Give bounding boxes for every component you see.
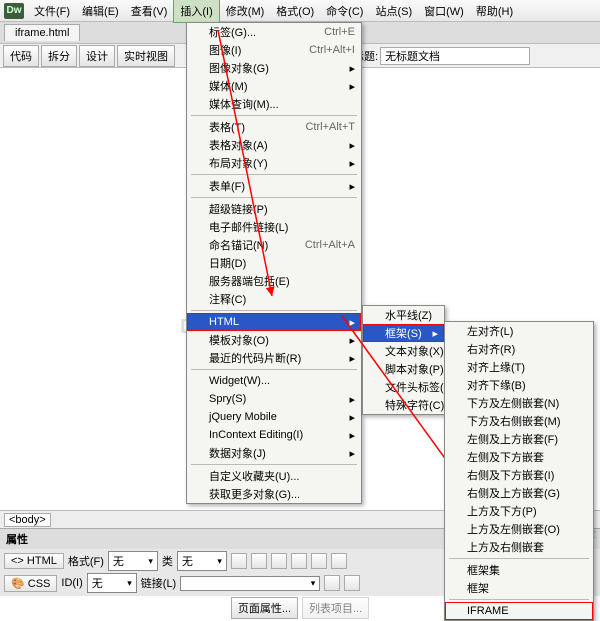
menu-modify[interactable]: 修改(M) [220,0,271,22]
title-input[interactable] [380,47,530,65]
insert-item-3[interactable]: 媒体(M)▸ [187,77,361,95]
frame-item-6[interactable]: 左侧及上方嵌套(F) [445,430,593,448]
insert-item-10[interactable]: 表单(F)▸ [187,177,361,195]
link-folder-icon[interactable] [344,575,360,591]
format-select[interactable]: 无▾ [108,551,158,571]
split-view-button[interactable]: 拆分 [41,45,77,67]
frame-item-2[interactable]: 对齐上缘(T) [445,358,593,376]
menu-help[interactable]: 帮助(H) [470,0,519,22]
insert-item-15[interactable]: 日期(D) [187,254,361,272]
html-item-3[interactable]: 脚本对象(P)▸ [363,360,444,378]
insert-item-26[interactable]: InContext Editing(I)▸ [187,426,361,444]
menu-view[interactable]: 查看(V) [125,0,174,22]
frame-item-12[interactable]: 上方及右侧嵌套 [445,538,593,556]
html-item-0[interactable]: 水平线(Z) [363,306,444,324]
frame-submenu: 左对齐(L)右对齐(R)对齐上缘(T)对齐下缘(B)下方及左侧嵌套(N)下方及右… [444,321,594,621]
class-label: 类 [162,553,173,569]
insert-item-16[interactable]: 服务器端包括(E) [187,272,361,290]
insert-item-1[interactable]: 图像(I)Ctrl+Alt+I [187,41,361,59]
insert-item-13[interactable]: 电子邮件链接(L) [187,218,361,236]
insert-item-24[interactable]: Spry(S)▸ [187,390,361,408]
frame-item-0[interactable]: 左对齐(L) [445,322,593,340]
insert-item-4[interactable]: 媒体查询(M)... [187,95,361,113]
frame-item-17[interactable]: IFRAME [445,602,593,620]
insert-item-29[interactable]: 自定义收藏夹(U)... [187,467,361,485]
frame-item-3[interactable]: 对齐下缘(B) [445,376,593,394]
live-view-button[interactable]: 实时视图 [117,45,175,67]
list-item-button: 列表项目... [302,597,369,619]
frame-item-7[interactable]: 左侧及下方嵌套 [445,448,593,466]
design-view-button[interactable]: 设计 [79,45,115,67]
bold-icon[interactable] [231,553,247,569]
frame-item-15[interactable]: 框架 [445,579,593,597]
insert-item-14[interactable]: 命名锚记(N)Ctrl+Alt+A [187,236,361,254]
insert-item-0[interactable]: 标签(G)...Ctrl+E [187,23,361,41]
html-item-4[interactable]: 文件头标签(H)▸ [363,378,444,396]
css-mode-button[interactable]: 🎨 CSS [4,575,57,592]
insert-item-17[interactable]: 注释(C) [187,290,361,308]
menu-file[interactable]: 文件(F) [28,0,76,22]
insert-item-21[interactable]: 最近的代码片断(R)▸ [187,349,361,367]
link-select[interactable]: ▾ [180,576,320,591]
frame-item-10[interactable]: 上方及下方(P) [445,502,593,520]
insert-item-12[interactable]: 超级链接(P) [187,200,361,218]
format-label: 格式(F) [68,553,104,569]
html-submenu: 水平线(Z)框架(S)▸文本对象(X)▸脚本对象(P)▸文件头标签(H)▸特殊字… [362,305,445,415]
class-select[interactable]: 无▾ [177,551,227,571]
frame-item-11[interactable]: 上方及左侧嵌套(O) [445,520,593,538]
file-tab[interactable]: iframe.html [4,24,80,41]
insert-item-30[interactable]: 获取更多对象(G)... [187,485,361,503]
link-label: 链接(L) [141,575,176,591]
body-tag-chip[interactable]: <body> [4,513,51,527]
frame-item-1[interactable]: 右对齐(R) [445,340,593,358]
insert-item-6[interactable]: 表格(T)Ctrl+Alt+T [187,118,361,136]
frame-item-8[interactable]: 右侧及下方嵌套(I) [445,466,593,484]
menu-insert[interactable]: 插入(I) [173,0,219,23]
outdent-icon[interactable] [271,553,287,569]
ol-icon[interactable] [331,553,347,569]
link-target-icon[interactable] [324,575,340,591]
code-view-button[interactable]: 代码 [3,45,39,67]
id-label: ID(I) [61,577,82,589]
menu-window[interactable]: 窗口(W) [418,0,470,22]
insert-item-20[interactable]: 模板对象(O)▸ [187,331,361,349]
insert-item-25[interactable]: jQuery Mobile▸ [187,408,361,426]
insert-item-27[interactable]: 数据对象(J)▸ [187,444,361,462]
insert-item-7[interactable]: 表格对象(A)▸ [187,136,361,154]
insert-item-19[interactable]: HTML▸ [187,313,361,331]
menu-site[interactable]: 站点(S) [369,0,418,22]
indent-icon[interactable] [291,553,307,569]
html-mode-button[interactable]: <> HTML [4,553,64,569]
app-logo: Dw [4,3,24,19]
insert-item-2[interactable]: 图像对象(G)▸ [187,59,361,77]
html-item-2[interactable]: 文本对象(X)▸ [363,342,444,360]
menu-format[interactable]: 格式(O) [270,0,320,22]
id-select[interactable]: 无▾ [87,573,137,593]
insert-menu: 标签(G)...Ctrl+E图像(I)Ctrl+Alt+I图像对象(G)▸媒体(… [186,22,362,504]
ul-icon[interactable] [311,553,327,569]
html-item-5[interactable]: 特殊字符(C)▸ [363,396,444,414]
italic-icon[interactable] [251,553,267,569]
frame-item-14[interactable]: 框架集 [445,561,593,579]
frame-item-5[interactable]: 下方及右侧嵌套(M) [445,412,593,430]
insert-item-23[interactable]: Widget(W)... [187,372,361,390]
menubar: Dw 文件(F) 编辑(E) 查看(V) 插入(I) 修改(M) 格式(O) 命… [0,0,600,22]
menu-edit[interactable]: 编辑(E) [76,0,125,22]
menu-commands[interactable]: 命令(C) [320,0,369,22]
page-properties-button[interactable]: 页面属性... [231,597,298,619]
frame-item-4[interactable]: 下方及左侧嵌套(N) [445,394,593,412]
frame-item-9[interactable]: 右侧及上方嵌套(G) [445,484,593,502]
insert-item-8[interactable]: 布局对象(Y)▸ [187,154,361,172]
html-item-1[interactable]: 框架(S)▸ [363,324,444,342]
